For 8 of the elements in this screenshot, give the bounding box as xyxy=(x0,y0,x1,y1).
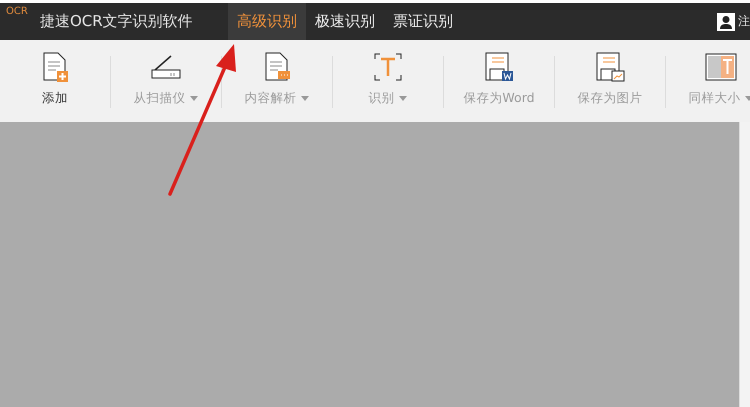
menu-tab[interactable]: 极速识别 xyxy=(306,3,384,40)
toolbar-button[interactable]: 添加 xyxy=(0,40,110,122)
app-logo: OCR xyxy=(5,6,29,17)
app-title: 捷速OCR文字识别软件 xyxy=(40,12,194,31)
menu-tab[interactable]: 票证识别 xyxy=(384,3,462,40)
menu-tab[interactable]: 高级识别 xyxy=(228,3,306,40)
user-label[interactable]: 注 xyxy=(738,13,750,30)
user-icon[interactable] xyxy=(717,12,735,30)
